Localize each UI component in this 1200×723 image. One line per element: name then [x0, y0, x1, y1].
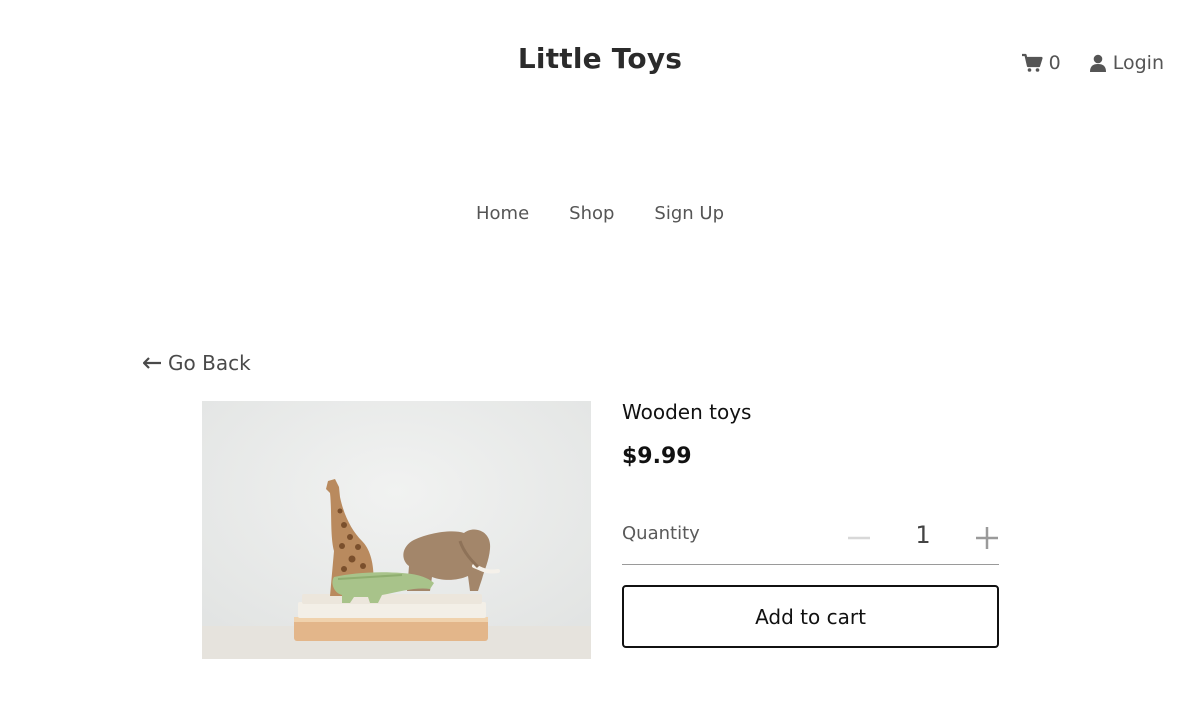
product-image [202, 401, 591, 659]
plus-icon [974, 525, 1000, 551]
add-to-cart-button[interactable]: Add to cart [622, 585, 999, 648]
go-back-label: Go Back [168, 351, 251, 375]
cart-link[interactable]: 0 [1021, 52, 1061, 74]
minus-icon [846, 525, 872, 551]
quantity-label: Quantity [622, 523, 700, 544]
quantity-decrement-button[interactable] [846, 525, 872, 551]
cart-count: 0 [1048, 52, 1061, 74]
go-back-link[interactable]: Go Back [143, 351, 251, 375]
user-icon [1089, 54, 1107, 72]
product-title: Wooden toys [622, 400, 752, 424]
nav-item-shop[interactable]: Shop [569, 203, 614, 224]
product-price: $9.99 [622, 444, 692, 469]
login-label: Login [1112, 52, 1164, 74]
quantity-selector: Quantity 1 [622, 515, 999, 565]
nav-item-home[interactable]: Home [476, 203, 529, 224]
main-nav: Home Shop Sign Up [0, 203, 1200, 224]
login-link[interactable]: Login [1089, 52, 1164, 74]
product-page: Little Toys 0 Login Home Shop Sign Up Go… [0, 0, 1200, 723]
header-actions: 0 Login [1021, 52, 1164, 74]
quantity-value: 1 [915, 521, 931, 549]
nav-item-sign-up[interactable]: Sign Up [654, 203, 724, 224]
arrow-left-icon [143, 357, 162, 369]
cart-icon [1021, 53, 1043, 73]
quantity-increment-button[interactable] [974, 525, 1000, 551]
